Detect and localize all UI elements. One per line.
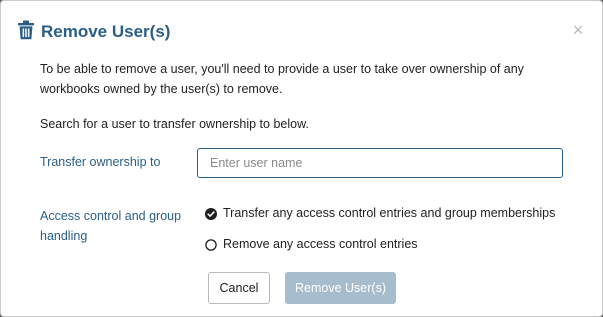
close-icon[interactable]: × — [568, 20, 588, 40]
radio-transfer-access[interactable]: Transfer any access control entries and … — [205, 203, 555, 223]
remove-users-button[interactable]: Remove User(s) — [285, 272, 396, 304]
user-name-input[interactable] — [197, 148, 563, 178]
radio-remove-label: Remove any access control entries — [223, 237, 418, 251]
cancel-button[interactable]: Cancel — [208, 272, 270, 304]
access-control-label: Access control and group handling — [40, 209, 182, 243]
search-hint: Search for a user to transfer ownership … — [40, 117, 309, 131]
transfer-ownership-label: Transfer ownership to — [40, 155, 161, 169]
remove-users-dialog: Remove User(s) × To be able to remove a … — [0, 0, 603, 317]
dialog-title: Remove User(s) — [41, 22, 171, 41]
radio-unchecked-icon — [205, 238, 217, 251]
dialog-header: Remove User(s) × — [1, 1, 602, 53]
radio-checked-icon — [205, 207, 217, 220]
intro-text: To be able to remove a user, you'll need… — [40, 62, 524, 96]
radio-remove-access[interactable]: Remove any access control entries — [205, 234, 418, 254]
radio-transfer-label: Transfer any access control entries and … — [223, 206, 556, 220]
trash-icon — [17, 20, 35, 40]
